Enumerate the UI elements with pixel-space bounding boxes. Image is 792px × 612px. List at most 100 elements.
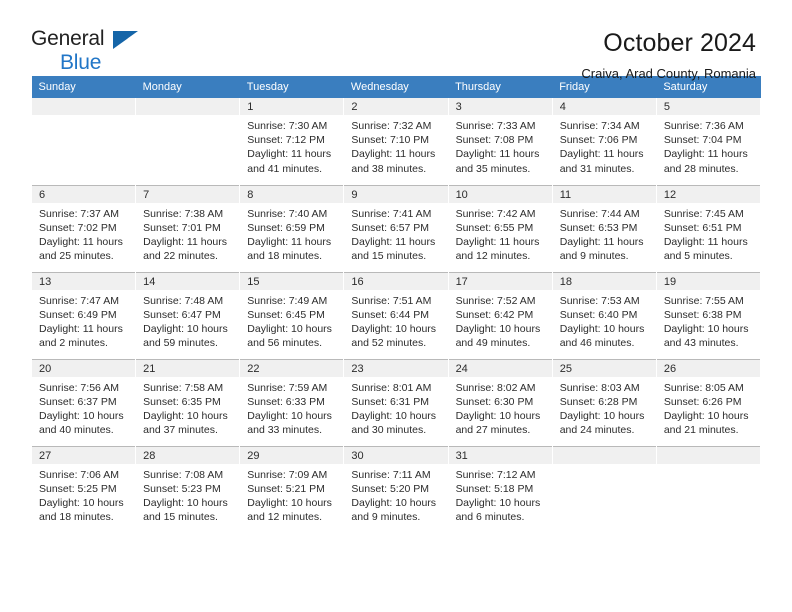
daylight-text-line1: Daylight: 10 hours: [559, 322, 645, 335]
sunset-text: Sunset: 5:21 PM: [247, 482, 325, 495]
sunrise-text: Sunrise: 7:41 AM: [351, 207, 432, 220]
calendar-day-cell[interactable]: 22 Sunrise: 7:59 AM Sunset: 6:33 PM Dayligh…: [239, 358, 345, 446]
title-block: October 2024 Craiva, Arad County, Romani…: [581, 28, 756, 84]
day-number: 10: [448, 185, 552, 203]
sunset-text: Sunset: 6:59 PM: [247, 221, 325, 234]
daylight-text-line1: Daylight: 11 hours: [559, 235, 644, 248]
calendar-day-cell[interactable]: 28 Sunrise: 7:08 AM Sunset: 5:23 PM Dayligh…: [135, 445, 241, 533]
calendar-day-cell[interactable]: 24 Sunrise: 8:02 AM Sunset: 6:30 PM Dayligh…: [447, 358, 553, 446]
day-number: 31: [448, 446, 552, 464]
sunrise-text: Sunrise: 7:47 AM: [39, 294, 119, 307]
day-details: Sunrise: 7:49 AM Sunset: 6:45 PM Daylight:…: [240, 290, 343, 351]
calendar-day-cell[interactable]: 18 Sunrise: 7:53 AM Sunset: 6:40 PM Dayligh…: [551, 271, 657, 359]
daylight-text-line1: Daylight: 11 hours: [351, 235, 436, 248]
sunset-text: Sunset: 6:30 PM: [455, 395, 534, 408]
day-details: Sunrise: 7:58 AM Sunset: 6:35 PM Daylight:…: [136, 377, 239, 438]
daylight-text-line2: and 35 minutes.: [455, 162, 531, 175]
sunrise-text: Sunrise: 7:48 AM: [143, 294, 224, 307]
calendar-day-cell[interactable]: 31 Sunrise: 7:12 AM Sunset: 5:18 PM Dayligh…: [447, 445, 553, 533]
day-number: 12: [656, 185, 760, 203]
sunset-text: Sunset: 7:01 PM: [143, 221, 221, 234]
calendar-day-cell[interactable]: 4 Sunrise: 7:34 AM Sunset: 7:06 PM Daylight…: [551, 98, 657, 185]
calendar-day-cell[interactable]: 26 Sunrise: 8:05 AM Sunset: 6:26 PM Dayligh…: [655, 358, 762, 446]
calendar-day-cell[interactable]: 23 Sunrise: 8:01 AM Sunset: 6:31 PM Dayligh…: [343, 358, 449, 446]
weekday-header-wednesday: Wednesday: [343, 76, 449, 98]
day-details: Sunrise: 7:09 AM Sunset: 5:21 PM Daylight:…: [240, 464, 343, 525]
sunrise-text: Sunrise: 7:12 AM: [455, 468, 536, 481]
day-number: 21: [136, 359, 240, 377]
calendar-day-cell[interactable]: 19 Sunrise: 7:55 AM Sunset: 6:38 PM Dayligh…: [655, 271, 762, 359]
calendar-day-cell[interactable]: 16 Sunrise: 7:51 AM Sunset: 6:44 PM Dayligh…: [343, 271, 449, 359]
sunset-text: Sunset: 7:10 PM: [351, 134, 430, 147]
calendar-day-cell[interactable]: 20 Sunrise: 7:56 AM Sunset: 6:37 PM Dayligh…: [30, 358, 137, 446]
daylight-text-line1: Daylight: 10 hours: [247, 322, 332, 335]
day-number: 15: [240, 272, 344, 290]
calendar-day-cell[interactable]: 30 Sunrise: 7:11 AM Sunset: 5:20 PM Dayligh…: [343, 445, 449, 533]
calendar-day-cell[interactable]: 25 Sunrise: 8:03 AM Sunset: 6:28 PM Dayligh…: [551, 358, 657, 446]
calendar-day-cell[interactable]: 1 Sunrise: 7:30 AM Sunset: 7:12 PM Daylight…: [239, 98, 345, 185]
daylight-text-line2: and 59 minutes.: [143, 337, 218, 350]
weekday-header-monday: Monday: [135, 76, 240, 98]
calendar-day-cell[interactable]: 11 Sunrise: 7:44 AM Sunset: 6:53 PM Dayligh…: [551, 184, 657, 272]
sunrise-text: Sunrise: 7:11 AM: [351, 468, 431, 481]
daylight-text-line1: Daylight: 10 hours: [39, 409, 124, 422]
calendar-day-cell[interactable]: 12 Sunrise: 7:45 AM Sunset: 6:51 PM Dayligh…: [655, 184, 762, 272]
calendar-day-cell[interactable]: 3 Sunrise: 7:33 AM Sunset: 7:08 PM Daylight…: [447, 98, 553, 185]
sunrise-text: Sunrise: 7:34 AM: [559, 120, 640, 132]
general-blue-logo[interactable]: General Blue: [31, 28, 161, 76]
calendar-day-cell[interactable]: 5 Sunrise: 7:36 AM Sunset: 7:04 PM Daylight…: [655, 98, 762, 185]
daylight-text-line1: Daylight: 10 hours: [559, 409, 645, 422]
day-details: Sunrise: 8:01 AM Sunset: 6:31 PM Daylight:…: [344, 377, 447, 438]
calendar-week-row: 1 Sunrise: 7:30 AM Sunset: 7:12 PM Daylight…: [30, 98, 762, 185]
logo-text-general: General: [31, 27, 105, 50]
sunrise-text: Sunrise: 7:56 AM: [39, 381, 119, 394]
day-number: 16: [344, 272, 448, 290]
sunrise-text: Sunrise: 7:36 AM: [663, 120, 744, 132]
sunrise-text: Sunrise: 7:55 AM: [663, 294, 744, 307]
day-details: Sunrise: 8:03 AM Sunset: 6:28 PM Daylight:…: [553, 377, 656, 438]
day-details: Sunrise: 7:41 AM Sunset: 6:57 PM Daylight:…: [344, 203, 447, 264]
calendar-day-cell[interactable]: 6 Sunrise: 7:37 AM Sunset: 7:02 PM Daylight…: [30, 184, 137, 272]
day-details: Sunrise: 7:32 AM Sunset: 7:10 PM Daylight:…: [344, 115, 447, 176]
calendar-day-cell[interactable]: 29 Sunrise: 7:09 AM Sunset: 5:21 PM Dayligh…: [239, 445, 345, 533]
calendar-day-cell[interactable]: 21 Sunrise: 7:58 AM Sunset: 6:35 PM Dayligh…: [135, 358, 241, 446]
daylight-text-line1: Daylight: 11 hours: [39, 235, 123, 248]
calendar-day-cell[interactable]: 17 Sunrise: 7:52 AM Sunset: 6:42 PM Dayligh…: [447, 271, 553, 359]
daylight-text-line1: Daylight: 10 hours: [663, 409, 749, 422]
daylight-text-line2: and 2 minutes.: [39, 337, 108, 350]
sunset-text: Sunset: 7:08 PM: [455, 134, 534, 147]
calendar-day-cell[interactable]: 10 Sunrise: 7:42 AM Sunset: 6:55 PM Dayligh…: [447, 184, 553, 272]
day-number: 25: [552, 359, 656, 377]
day-number: 5: [656, 98, 760, 115]
daylight-text-line1: Daylight: 11 hours: [247, 235, 332, 248]
calendar-day-cell[interactable]: 7 Sunrise: 7:38 AM Sunset: 7:01 PM Daylight…: [135, 184, 241, 272]
sunset-text: Sunset: 6:44 PM: [351, 308, 430, 321]
calendar-day-cell[interactable]: 13 Sunrise: 7:47 AM Sunset: 6:49 PM Dayligh…: [30, 271, 137, 359]
sunrise-text: Sunrise: 7:06 AM: [39, 468, 119, 481]
calendar-day-cell[interactable]: 8 Sunrise: 7:40 AM Sunset: 6:59 PM Daylight…: [239, 184, 345, 272]
calendar-table: Sunday Monday Tuesday Wednesday Thursday Frid…: [30, 76, 762, 533]
daylight-text-line1: Daylight: 10 hours: [455, 322, 541, 335]
calendar-day-cell-empty: [655, 445, 762, 533]
daylight-text-line1: Daylight: 10 hours: [351, 496, 437, 509]
day-number: 24: [448, 359, 552, 377]
daylight-text-line2: and 37 minutes.: [143, 424, 218, 437]
sunset-text: Sunset: 6:42 PM: [455, 308, 534, 321]
sunset-text: Sunset: 6:51 PM: [663, 221, 742, 234]
calendar-day-cell[interactable]: 15 Sunrise: 7:49 AM Sunset: 6:45 PM Dayligh…: [239, 271, 345, 359]
daylight-text-line1: Daylight: 11 hours: [351, 148, 436, 161]
day-details: Sunrise: 7:55 AM Sunset: 6:38 PM Daylight:…: [657, 290, 760, 351]
sunset-text: Sunset: 7:06 PM: [559, 134, 638, 147]
calendar-day-cell[interactable]: 2 Sunrise: 7:32 AM Sunset: 7:10 PM Daylight…: [343, 98, 449, 185]
logo-triangle-icon: [113, 31, 138, 49]
calendar-day-cell-empty: [135, 98, 241, 185]
calendar-day-cell[interactable]: 9 Sunrise: 7:41 AM Sunset: 6:57 PM Daylight…: [343, 184, 449, 272]
calendar-day-cell[interactable]: 27 Sunrise: 7:06 AM Sunset: 5:25 PM Dayligh…: [30, 445, 137, 533]
daylight-text-line1: Daylight: 11 hours: [455, 148, 540, 161]
daylight-text-line1: Daylight: 11 hours: [455, 235, 540, 248]
weekday-header-thursday: Thursday: [448, 76, 553, 98]
daylight-text-line2: and 9 minutes.: [351, 511, 421, 524]
calendar-day-cell[interactable]: 14 Sunrise: 7:48 AM Sunset: 6:47 PM Dayligh…: [135, 271, 241, 359]
page-header: General Blue October 2024 Craiva, Arad C…: [0, 0, 792, 81]
sunset-text: Sunset: 5:18 PM: [455, 482, 534, 495]
